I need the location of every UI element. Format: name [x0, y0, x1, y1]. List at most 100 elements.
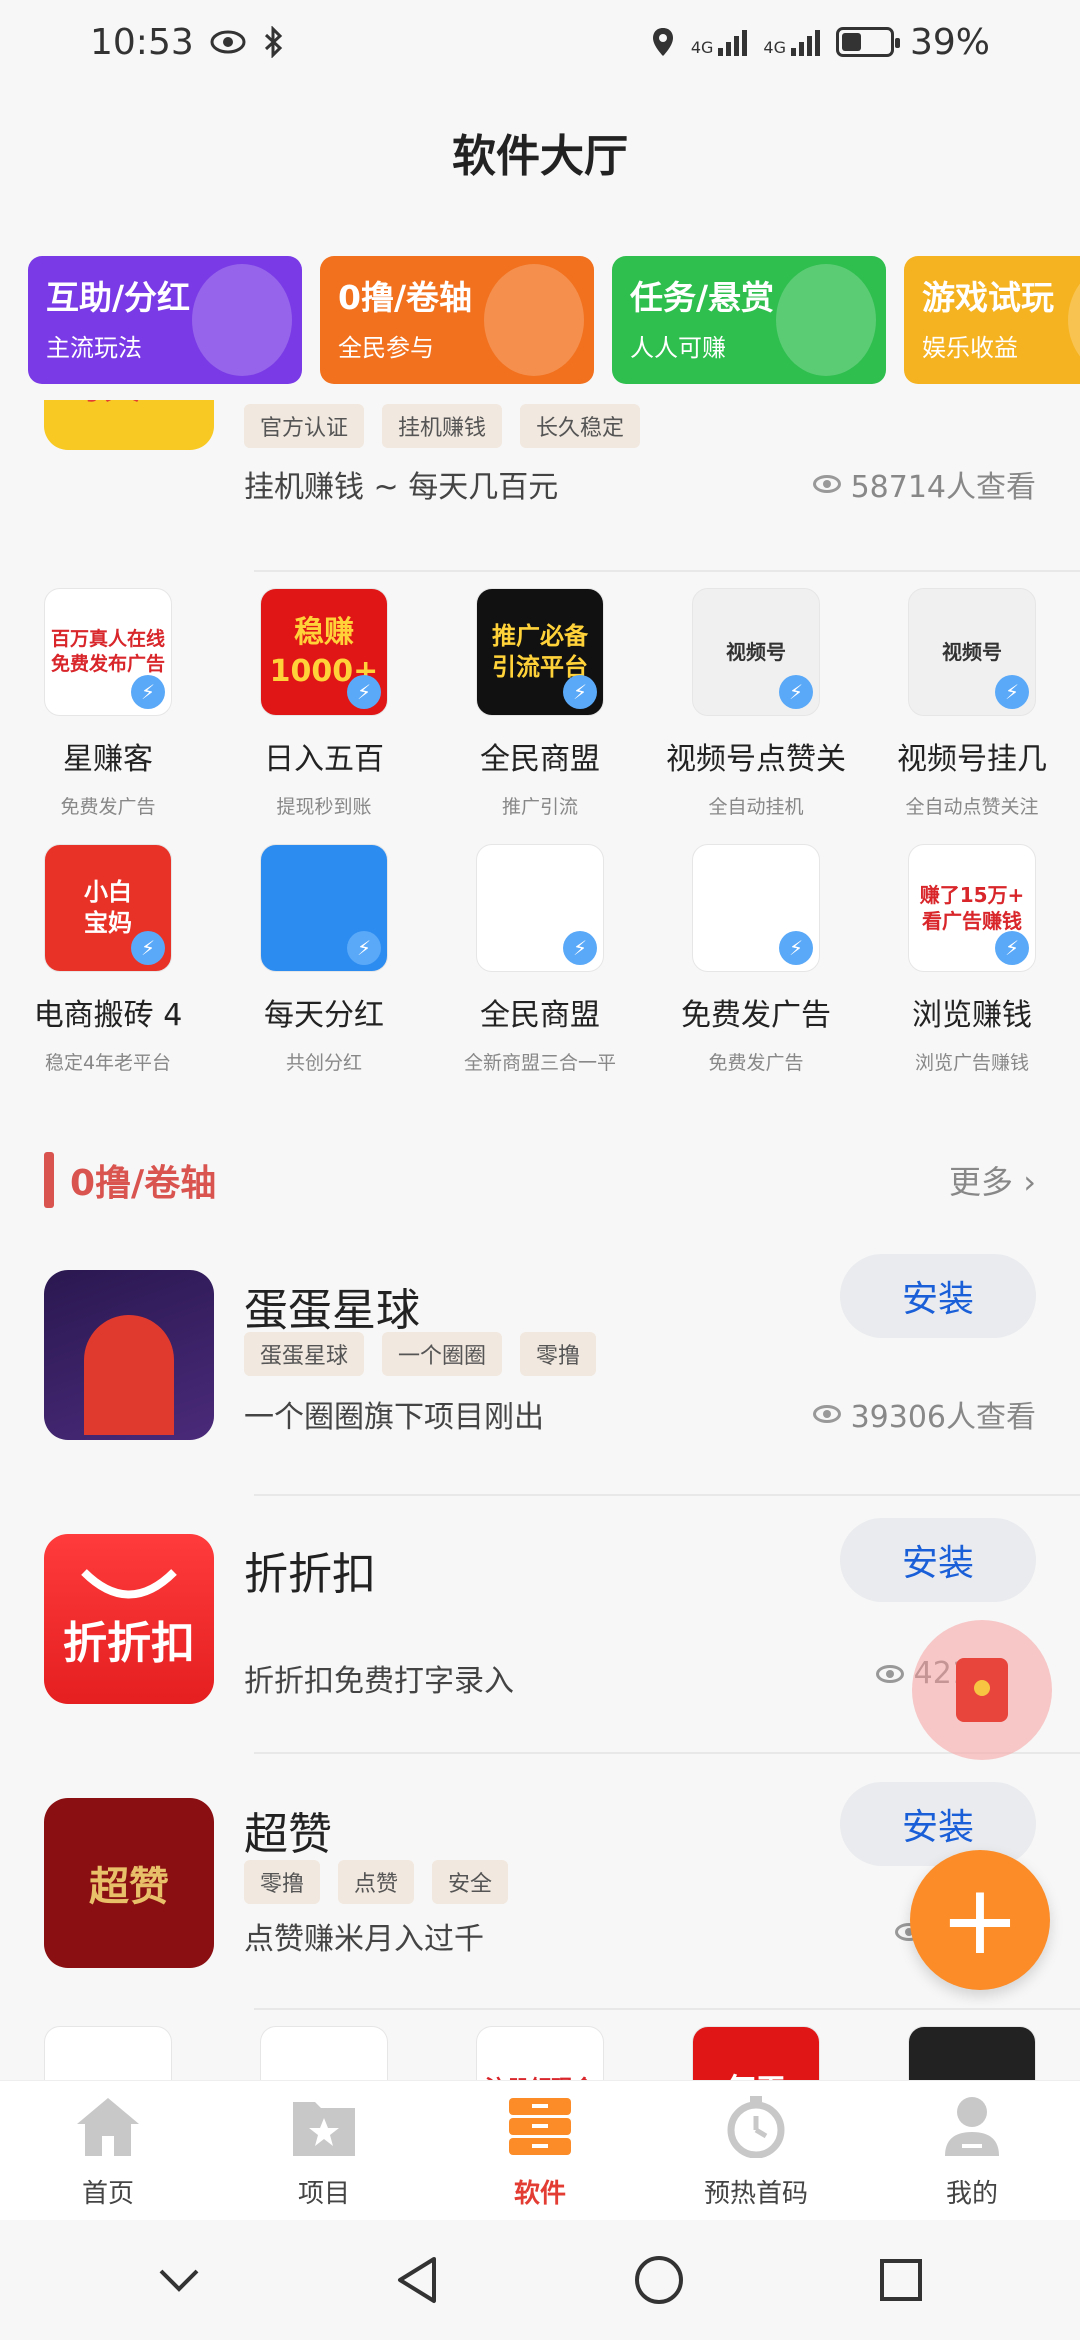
grid-app-sub: 提现秒到账	[276, 796, 372, 818]
divider	[254, 570, 1080, 572]
install-button[interactable]: 安装	[840, 1254, 1036, 1338]
grid-app[interactable]: 视频号 ⚡ 视频号挂几 全自动点赞关注	[864, 588, 1080, 819]
grid-app-icon[interactable]: ⚡	[260, 844, 388, 972]
more-link[interactable]: 更多 ›	[949, 1157, 1036, 1203]
grid-app[interactable]: 小白 宝妈 ⚡ 电商搬砖 4 稳定4年老平台	[0, 844, 216, 1075]
app-row[interactable]: 蛋蛋星球 蛋蛋星球 一个圈圈 零撸 一个圈圈旗下项目刚出 39306人查看 安装	[0, 1254, 1080, 1530]
grid-app-name: 视频号点赞关	[666, 742, 846, 777]
add-button[interactable]: +	[910, 1850, 1050, 1990]
app-list[interactable]: APP 每天40 官方认证挂机赚钱长久稳定 挂机赚钱 ~ 每天几百元 58714…	[0, 400, 1080, 2080]
eye-icon	[812, 1405, 841, 1423]
bolt-icon: ⚡	[779, 931, 813, 965]
category-title: 游戏试玩	[922, 278, 1054, 317]
back-icon[interactable]	[394, 2255, 440, 2305]
grid-app[interactable]: 注册领现金	[432, 2026, 648, 2080]
category-banner[interactable]: 互助/分红 主流玩法	[28, 256, 302, 384]
app-desc: 挂机赚钱 ~ 每天几百元	[244, 470, 559, 505]
grid-app[interactable]: 赚了15万+ 看广告赚钱 ⚡ 浏览赚钱 浏览广告赚钱	[864, 844, 1080, 1075]
recents-icon[interactable]	[878, 2257, 924, 2303]
grid-app[interactable]: ⚡ 全民商盟 全新商盟三合一平	[432, 844, 648, 1075]
grid-app-sub: 推广引流	[501, 796, 578, 818]
grid-app-icon[interactable]	[44, 2026, 172, 2080]
grid-app-icon[interactable]: 视频号 ⚡	[692, 588, 820, 716]
grid-app[interactable]	[0, 2026, 216, 2080]
eye-icon	[812, 475, 841, 493]
tab-label: 软件	[513, 2179, 566, 2209]
app-tags: 官方认证 挂机赚钱 长久稳定	[244, 404, 641, 448]
grid-app[interactable]: 推广必备 引流平台 ⚡ 全民商盟 推广引流	[432, 588, 648, 819]
app-row-top[interactable]: APP 每天40 官方认证挂机赚钱长久稳定 挂机赚钱 ~ 每天几百元 58714…	[0, 400, 1080, 540]
category-banner[interactable]: 0撸/卷轴 全民参与	[320, 256, 594, 384]
grid-app-icon[interactable]: 每天	[692, 2026, 820, 2080]
home-icon	[73, 2091, 143, 2161]
grid-app[interactable]: 百万真人在线 免费发布广告 ⚡ 星赚客 免费发广告	[0, 588, 216, 819]
grid-app-icon[interactable]: 推广必备 引流平台 ⚡	[476, 588, 604, 716]
mascot-icon	[776, 264, 876, 376]
grid-app-icon[interactable]	[260, 2026, 388, 2080]
grid-app-icon[interactable]: ⚡	[476, 844, 604, 972]
grid-app-name: 浏览赚钱	[912, 998, 1032, 1033]
app-views: 39306人查看	[812, 1392, 1036, 1436]
grid-app-name: 全民商盟	[480, 998, 600, 1033]
install-button[interactable]: 安装	[840, 1518, 1036, 1602]
grid-app-name: 全民商盟	[480, 742, 600, 777]
tab-projects[interactable]: 项目	[216, 2081, 432, 2220]
grid-app-icon[interactable]: 百万真人在线 免费发布广告 ⚡	[44, 588, 172, 716]
grid-app-icon[interactable]: 视频号 ⚡	[908, 588, 1036, 716]
grid-app-sub: 免费发广告	[60, 796, 156, 818]
grid-app-icon[interactable]	[908, 2026, 1036, 2080]
bolt-icon: ⚡	[347, 675, 381, 709]
tab-prewarm[interactable]: 预热首码	[648, 2081, 864, 2220]
red-packet-button[interactable]	[912, 1620, 1052, 1760]
app-icon[interactable]: APP 每天40	[44, 400, 214, 450]
status-right: 4G 4G 39%	[651, 22, 990, 63]
grid-app[interactable]	[216, 2026, 432, 2080]
grid-app-icon[interactable]: 小白 宝妈 ⚡	[44, 844, 172, 972]
bolt-icon: ⚡	[563, 675, 597, 709]
grid-app[interactable]: 每天	[648, 2026, 864, 2080]
grid-app[interactable]: ⚡ 免费发广告 免费发广告	[648, 844, 864, 1075]
eye-icon	[875, 1664, 904, 1683]
page-title: 软件大厅	[452, 131, 628, 182]
tab-home[interactable]: 首页	[0, 2081, 216, 2220]
grid-app[interactable]: ⚡ 每天分红 共创分红	[216, 844, 432, 1075]
category-banner[interactable]: 任务/悬赏 人人可赚	[612, 256, 886, 384]
grid-app-sub: 稳定4年老平台	[44, 1052, 172, 1074]
status-left: 10:53	[90, 22, 284, 63]
app-tag: 蛋蛋星球	[244, 1332, 365, 1376]
app-tag: 官方认证	[244, 404, 365, 448]
system-nav-bar	[0, 2220, 1080, 2340]
grid-app[interactable]: 视频号 ⚡ 视频号点赞关 全自动挂机	[648, 588, 864, 819]
chevron-down-icon[interactable]	[157, 2265, 201, 2295]
bolt-icon: ⚡	[779, 675, 813, 709]
grid-app-icon[interactable]: 稳赚 1000+ ⚡	[260, 588, 388, 716]
app-grid-row-1: 百万真人在线 免费发布广告 ⚡ 星赚客 免费发广告 稳赚 1000+ ⚡ 日入五百 提现秒…	[0, 588, 1080, 819]
grid-app-icon[interactable]: ⚡	[692, 844, 820, 972]
grid-app-name: 每天分红	[264, 998, 384, 1033]
home-circle-icon[interactable]	[633, 2254, 685, 2306]
app-name: 超赞	[244, 1809, 332, 1860]
user-icon	[937, 2091, 1007, 2161]
stopwatch-icon	[721, 2091, 791, 2161]
category-banner[interactable]: 游戏试玩 娱乐收益	[904, 256, 1080, 384]
tab-me[interactable]: 我的	[864, 2081, 1080, 2220]
app-desc: 点赞赚米月入过千	[244, 1922, 484, 1957]
app-icon[interactable]: 折折扣	[44, 1534, 214, 1704]
app-desc: 一个圈圈旗下项目刚出	[244, 1400, 544, 1435]
install-button[interactable]: 安装	[840, 1782, 1036, 1866]
grid-app-sub: 全自动点赞关注	[905, 796, 1039, 818]
grid-app[interactable]	[864, 2026, 1080, 2080]
grid-app-icon[interactable]: 注册领现金	[476, 2026, 604, 2080]
grid-app[interactable]: 稳赚 1000+ ⚡ 日入五百 提现秒到账	[216, 588, 432, 819]
app-icon[interactable]	[44, 1270, 214, 1440]
tab-label: 我的	[945, 2179, 998, 2209]
divider	[254, 2008, 1080, 2010]
app-icon[interactable]: 超赞	[44, 1798, 214, 1968]
grid-app-icon[interactable]: 赚了15万+ 看广告赚钱 ⚡	[908, 844, 1036, 972]
bolt-icon: ⚡	[131, 675, 165, 709]
folder-star-icon	[289, 2091, 359, 2161]
bluetooth-icon	[264, 26, 282, 58]
battery-icon	[835, 27, 900, 57]
bolt-icon: ⚡	[347, 931, 381, 965]
tab-software[interactable]: 软件	[432, 2081, 648, 2220]
